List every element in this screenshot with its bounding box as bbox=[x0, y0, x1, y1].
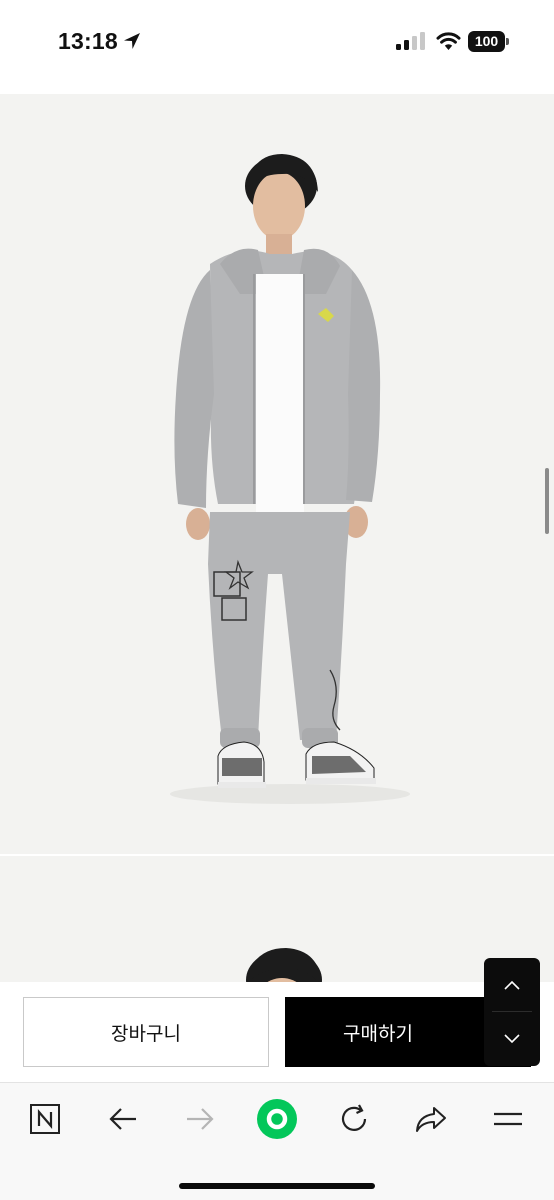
forward-button[interactable] bbox=[178, 1097, 222, 1141]
chevron-down-icon bbox=[504, 1034, 520, 1044]
product-detail-content[interactable] bbox=[0, 88, 554, 1081]
battery-icon: 100 bbox=[468, 31, 510, 52]
left-shoe bbox=[217, 741, 266, 788]
naver-home-button[interactable] bbox=[23, 1097, 67, 1141]
add-to-cart-label: 장바구니 bbox=[111, 1022, 181, 1045]
wifi-icon bbox=[436, 32, 461, 50]
model-illustration bbox=[170, 154, 410, 804]
page-scroll-indicator[interactable] bbox=[545, 468, 549, 534]
buy-now-label: 구매하기 bbox=[343, 1022, 413, 1045]
menu-button[interactable] bbox=[486, 1097, 530, 1141]
scroll-top-button[interactable] bbox=[484, 958, 540, 1012]
battery-tip bbox=[506, 38, 509, 45]
naver-home-icon bbox=[30, 1104, 60, 1134]
green-dot-icon bbox=[257, 1099, 297, 1139]
share-icon bbox=[416, 1107, 446, 1132]
product-image-1 bbox=[0, 94, 554, 854]
menu-icon bbox=[494, 1112, 522, 1126]
cellular-signal-icon bbox=[396, 32, 425, 50]
right-shoe bbox=[305, 741, 376, 784]
purchase-bar: 장바구니 구매하기 bbox=[0, 982, 554, 1082]
back-arrow-icon bbox=[109, 1108, 136, 1130]
home-indicator[interactable] bbox=[179, 1183, 375, 1189]
location-arrow-icon bbox=[124, 33, 140, 49]
back-button[interactable] bbox=[101, 1097, 145, 1141]
browser-toolbar bbox=[0, 1082, 554, 1200]
scroll-controls bbox=[484, 958, 540, 1066]
chevron-up-icon bbox=[504, 980, 520, 990]
green-dot-button[interactable] bbox=[254, 1096, 300, 1142]
status-time: 13:18 bbox=[58, 28, 118, 54]
battery-level: 100 bbox=[468, 31, 505, 52]
forward-arrow-icon bbox=[187, 1108, 214, 1130]
add-to-cart-button[interactable]: 장바구니 bbox=[23, 997, 269, 1067]
share-button[interactable] bbox=[409, 1097, 453, 1141]
scroll-bottom-button[interactable] bbox=[484, 1012, 540, 1066]
reload-button[interactable] bbox=[332, 1097, 376, 1141]
status-bar: 13:18 100 bbox=[0, 0, 554, 88]
reload-icon bbox=[341, 1104, 367, 1131]
